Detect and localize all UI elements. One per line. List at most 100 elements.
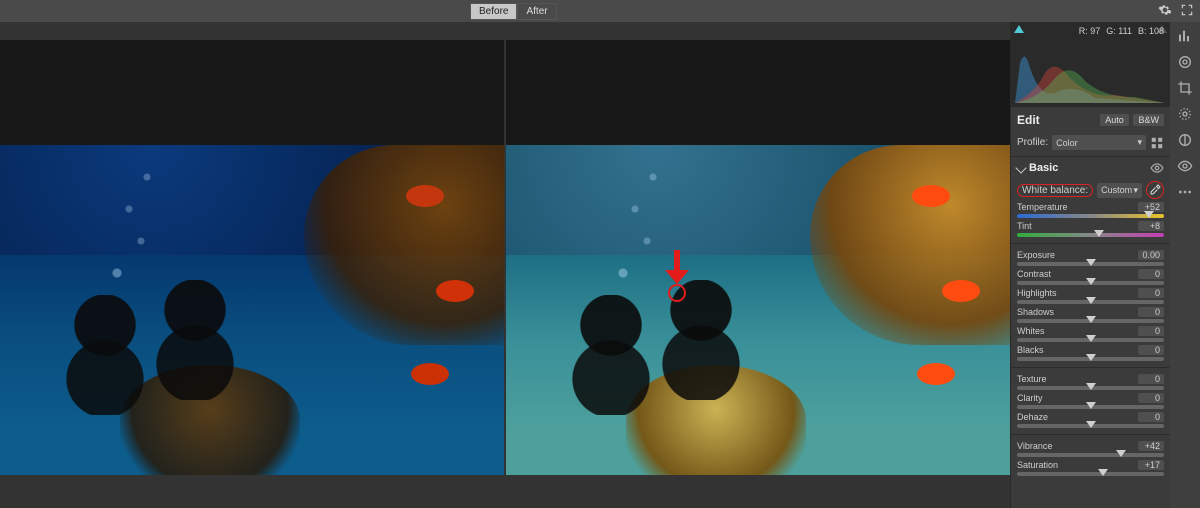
profile-label: Profile: <box>1017 137 1048 148</box>
shadows-thumb[interactable] <box>1086 316 1096 323</box>
saturation-value[interactable]: +17 <box>1138 460 1164 470</box>
contrast-slider[interactable]: Contrast 0 <box>1011 268 1170 287</box>
texture-label: Texture <box>1017 374 1047 384</box>
clarity-thumb[interactable] <box>1086 402 1096 409</box>
vibrance-slider[interactable]: Vibrance +42 <box>1011 440 1170 459</box>
rgb-readout: R: 97 G: 111 B: 108 <box>1079 26 1164 36</box>
texture-thumb[interactable] <box>1086 383 1096 390</box>
tint-label: Tint <box>1017 221 1032 231</box>
saturation-thumb[interactable] <box>1098 469 1108 476</box>
saturation-track[interactable] <box>1017 472 1164 476</box>
white-balance-eyedropper[interactable] <box>1146 181 1164 199</box>
profile-value: Color <box>1056 138 1078 148</box>
shadow-clip-indicator[interactable] <box>1014 25 1024 33</box>
whites-label: Whites <box>1017 326 1045 336</box>
shadows-value[interactable]: 0 <box>1138 307 1164 317</box>
saturation-slider[interactable]: Saturation+17 <box>1011 459 1170 478</box>
whites-value[interactable]: 0 <box>1138 326 1164 336</box>
dehaze-value[interactable]: 0 <box>1138 412 1164 422</box>
basic-title: Basic <box>1029 162 1058 174</box>
dehaze-track[interactable] <box>1017 424 1164 428</box>
whites-thumb[interactable] <box>1086 335 1096 342</box>
chevron-down-icon: ▾ <box>1137 137 1142 148</box>
shadows-slider[interactable]: Shadows 0 <box>1011 306 1170 325</box>
white-balance-value: Custom <box>1101 185 1132 196</box>
temperature-thumb[interactable] <box>1144 211 1154 218</box>
whites-slider[interactable]: Whites 0 <box>1011 325 1170 344</box>
image-compare <box>0 40 1010 475</box>
basic-section-header[interactable]: Basic <box>1011 156 1170 179</box>
blacks-thumb[interactable] <box>1086 354 1096 361</box>
highlights-label: Highlights <box>1017 288 1057 298</box>
gear-icon[interactable] <box>1158 3 1172 17</box>
temperature-slider[interactable]: Temperature+52 <box>1011 201 1170 220</box>
exposure-track[interactable] <box>1017 262 1164 266</box>
more-icon[interactable] <box>1177 184 1193 200</box>
rgb-r: R: 97 <box>1079 26 1101 36</box>
clarity-label: Clarity <box>1017 393 1043 403</box>
crop-icon[interactable] <box>1177 80 1193 96</box>
texture-slider[interactable]: Texture 0 <box>1011 373 1170 392</box>
texture-track[interactable] <box>1017 386 1164 390</box>
blacks-slider[interactable]: Blacks0 <box>1011 344 1170 363</box>
tab-after[interactable]: After <box>517 3 556 20</box>
auto-button[interactable]: Auto <box>1100 114 1129 126</box>
blacks-value[interactable]: 0 <box>1138 345 1164 355</box>
white-balance-select[interactable]: Custom ▾ <box>1097 183 1142 198</box>
shadows-track[interactable] <box>1017 319 1164 323</box>
contrast-track[interactable] <box>1017 281 1164 285</box>
blacks-track[interactable] <box>1017 357 1164 361</box>
exposure-slider[interactable]: Exposure 0.00 <box>1011 249 1170 268</box>
bw-button[interactable]: B&W <box>1133 114 1164 126</box>
histogram[interactable]: R: 97 G: 111 B: 108 <box>1011 22 1170 107</box>
clarity-value[interactable]: 0 <box>1138 393 1164 403</box>
contrast-value[interactable]: 0 <box>1138 269 1164 279</box>
annotation-circle-sample-point <box>668 284 686 302</box>
profile-select[interactable]: Color ▾ <box>1052 135 1146 150</box>
fullscreen-icon[interactable] <box>1180 3 1194 17</box>
tint-track[interactable] <box>1017 233 1164 237</box>
tab-before[interactable]: Before <box>470 3 517 20</box>
edit-title: Edit <box>1017 113 1040 127</box>
highlights-thumb[interactable] <box>1086 297 1096 304</box>
temperature-label: Temperature <box>1017 202 1068 212</box>
rgb-b: B: 108 <box>1138 26 1164 36</box>
profile-browser-icon[interactable] <box>1150 136 1164 150</box>
eye-icon[interactable] <box>1177 158 1193 174</box>
highlights-track[interactable] <box>1017 300 1164 304</box>
dehaze-thumb[interactable] <box>1086 421 1096 428</box>
histogram-icon[interactable] <box>1177 28 1193 44</box>
rgb-g: G: 111 <box>1106 26 1132 36</box>
highlights-value[interactable]: 0 <box>1138 288 1164 298</box>
section-visibility-icon[interactable] <box>1150 161 1164 175</box>
contrast-label: Contrast <box>1017 269 1051 279</box>
vibrance-track[interactable] <box>1017 453 1164 457</box>
highlights-slider[interactable]: Highlights 0 <box>1011 287 1170 306</box>
chevron-down-icon: ▾ <box>1133 185 1138 196</box>
vibrance-thumb[interactable] <box>1116 450 1126 457</box>
mask-icon[interactable] <box>1177 132 1193 148</box>
texture-value[interactable]: 0 <box>1138 374 1164 384</box>
exposure-thumb[interactable] <box>1086 259 1096 266</box>
sliders-icon[interactable] <box>1177 54 1193 70</box>
whites-track[interactable] <box>1017 338 1164 342</box>
contrast-thumb[interactable] <box>1086 278 1096 285</box>
clarity-track[interactable] <box>1017 405 1164 409</box>
tint-thumb[interactable] <box>1094 230 1104 237</box>
vibrance-value[interactable]: +42 <box>1138 441 1164 451</box>
exposure-value[interactable]: 0.00 <box>1138 250 1164 260</box>
shadows-label: Shadows <box>1017 307 1054 317</box>
heal-icon[interactable] <box>1177 106 1193 122</box>
chevron-down-icon <box>1015 162 1026 173</box>
before-pane[interactable] <box>0 40 504 475</box>
temperature-track[interactable] <box>1017 214 1164 218</box>
clarity-slider[interactable]: Clarity 0 <box>1011 392 1170 411</box>
tint-value[interactable]: +8 <box>1138 221 1164 231</box>
compare-tabs: Before After <box>470 3 557 20</box>
dehaze-slider[interactable]: Dehaze0 <box>1011 411 1170 430</box>
exposure-label: Exposure <box>1017 250 1055 260</box>
tint-slider[interactable]: Tint +8 <box>1011 220 1170 239</box>
vibrance-label: Vibrance <box>1017 441 1052 451</box>
annotation-arrow-sample-point <box>665 250 689 284</box>
after-pane[interactable] <box>506 40 1010 475</box>
